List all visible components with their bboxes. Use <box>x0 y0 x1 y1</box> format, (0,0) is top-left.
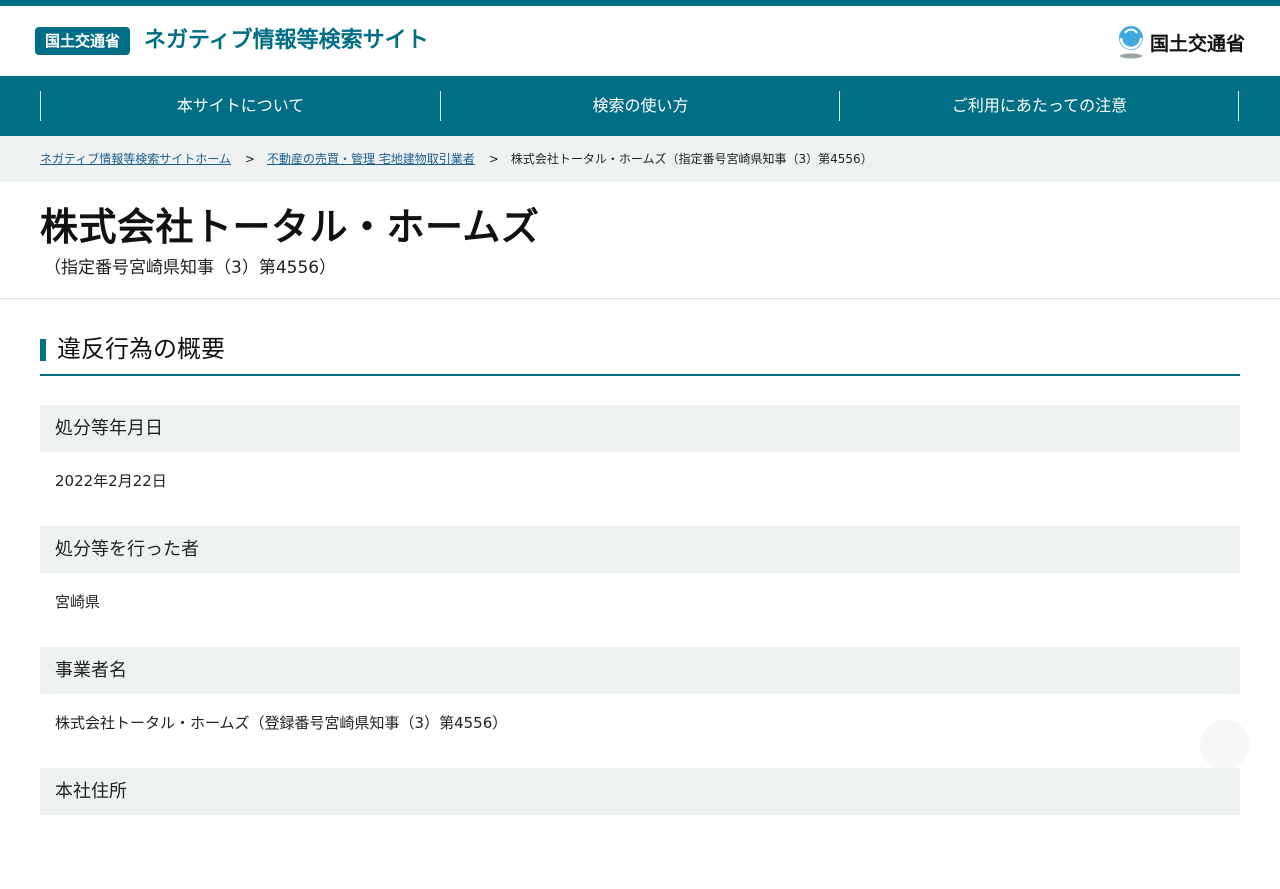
page-title: 株式会社トータル・ホームズ <box>40 205 540 249</box>
detail-label: 処分等年月日 <box>40 405 1240 452</box>
site-header: 国土交通省 ネガティブ情報等検索サイト 国土交通省 <box>0 6 1280 76</box>
breadcrumb-bar: ネガティブ情報等検索サイトホーム > 不動産の売買・管理 宅地建物取引業者 > 株式会社… <box>0 136 1280 182</box>
breadcrumb-current: 株式会社トータル・ホームズ（指定番号宮崎県知事（3）第4556） <box>510 152 873 166</box>
breadcrumb-category-link[interactable]: 不動産の売買・管理 宅地建物取引業者 <box>267 152 475 166</box>
nav-divider <box>1238 91 1239 121</box>
breadcrumb-separator: > <box>244 152 255 166</box>
heading-accent-bar <box>40 339 46 361</box>
detail-list: 処分等年月日 2022年2月22日 処分等を行った者 宮崎県 事業者名 株式会社… <box>40 405 1240 889</box>
nav-item-about[interactable]: 本サイトについて <box>41 91 440 121</box>
breadcrumb-home-link[interactable]: ネガティブ情報等検索サイトホーム <box>40 152 231 166</box>
detail-label: 事業者名 <box>40 647 1240 694</box>
nav-item-notes[interactable]: ご利用にあたっての注意 <box>840 91 1239 121</box>
detail-label: 本社住所 <box>40 768 1240 815</box>
ministry-badge: 国土交通省 <box>35 27 131 55</box>
page-title-block: 株式会社トータル・ホームズ （指定番号宮崎県知事（3）第4556） <box>0 182 1280 299</box>
nav-item-how-to-search[interactable]: 検索の使い方 <box>441 91 840 121</box>
page-top-button[interactable] <box>1200 720 1250 770</box>
page-subtitle: （指定番号宮崎県知事（3）第4556） <box>44 258 337 278</box>
site-title[interactable]: ネガティブ情報等検索サイト <box>144 26 429 56</box>
detail-label: 処分等を行った者 <box>40 526 1240 573</box>
detail-value <box>40 815 1240 889</box>
section-heading-text: 違反行為の概要 <box>57 335 225 363</box>
detail-value: 2022年2月22日 <box>55 472 167 490</box>
mlit-logo-icon <box>1116 25 1146 59</box>
mlit-logo[interactable]: 国土交通省 <box>1116 25 1245 59</box>
section-heading: 違反行為の概要 <box>40 335 1240 376</box>
breadcrumb: ネガティブ情報等検索サイトホーム > 不動産の売買・管理 宅地建物取引業者 > 株式会社… <box>40 136 873 182</box>
logo-text: 国土交通省 <box>1149 32 1245 55</box>
detail-value: 株式会社トータル・ホームズ（登録番号宮崎県知事（3）第4556） <box>55 714 508 732</box>
detail-value: 宮崎県 <box>55 593 101 611</box>
global-nav: 本サイトについて 検索の使い方 ご利用にあたっての注意 <box>0 76 1280 136</box>
breadcrumb-separator: > <box>488 152 499 166</box>
